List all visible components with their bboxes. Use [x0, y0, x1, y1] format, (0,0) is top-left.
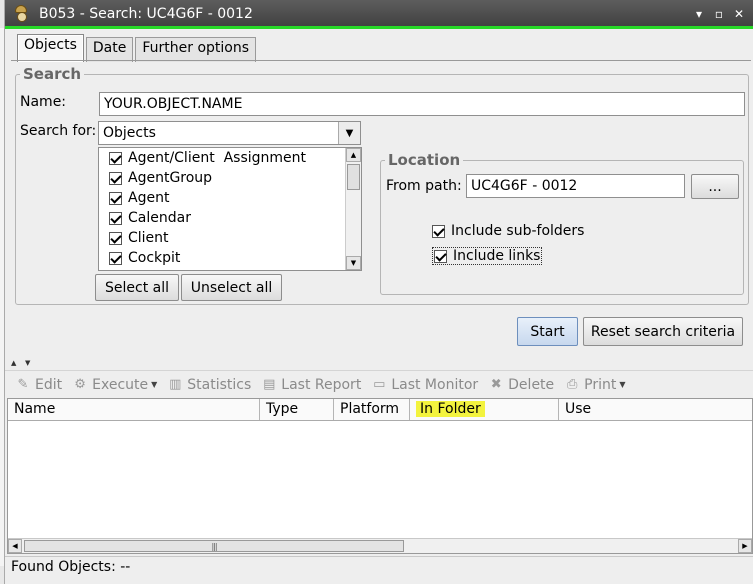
scroll-up-icon[interactable]: ▲ — [346, 148, 361, 162]
include-links-option[interactable]: Include links — [432, 247, 543, 265]
table-horizontal-scrollbar[interactable]: ◀ ||| ▶ — [8, 538, 752, 553]
list-item[interactable]: Agent — [99, 188, 361, 208]
browse-button[interactable]: ... — [691, 174, 739, 199]
pane-splitter[interactable]: ▲ ▼ — [5, 357, 753, 369]
search-legend: Search — [23, 65, 82, 83]
delete-label: Delete — [508, 376, 555, 393]
start-button[interactable]: Start — [517, 317, 578, 346]
printer-icon: ⎙ — [566, 377, 578, 392]
unselect-all-button[interactable]: Unselect all — [181, 274, 282, 301]
list-item-label: Client — [128, 230, 169, 246]
tab-bar: Objects Date Further options — [17, 34, 258, 62]
chevron-down-icon[interactable]: ▼ — [338, 122, 360, 144]
last-report-button[interactable]: ▤ Last Report — [261, 377, 361, 393]
maximize-button[interactable]: ▫ — [712, 7, 726, 21]
edit-label: Edit — [35, 376, 63, 393]
report-icon: ▤ — [263, 377, 276, 392]
column-header-use[interactable]: Use — [559, 399, 752, 420]
minimize-button[interactable]: ▾ — [692, 7, 706, 21]
search-for-select[interactable]: Objects ▼ — [98, 121, 361, 145]
bar-chart-icon: ▥ — [169, 377, 182, 392]
splitter-up-icon[interactable]: ▲ — [11, 359, 16, 367]
checkbox[interactable] — [109, 191, 122, 205]
column-header-platform[interactable]: Platform — [334, 399, 410, 420]
list-scrollbar[interactable]: ▲ ▼ — [345, 148, 361, 270]
list-item[interactable]: Cockpit — [99, 248, 361, 268]
include-subfolders-option[interactable]: Include sub-folders — [432, 223, 584, 239]
list-item-label: Agent/Client Assignment — [128, 150, 307, 166]
from-path-input[interactable]: UC4G6F - 0012 — [466, 174, 685, 198]
print-button[interactable]: ⎙ Print ▼ — [564, 376, 626, 393]
scroll-left-icon[interactable]: ◀ — [8, 539, 22, 553]
delete-icon: ✖ — [490, 377, 502, 392]
location-legend: Location — [388, 151, 461, 169]
scroll-thumb[interactable]: ||| — [24, 540, 404, 552]
pencil-icon: ✎ — [17, 377, 29, 392]
statistics-label: Statistics — [187, 376, 252, 393]
table-header: Name Type Platform In Folder Use — [8, 399, 752, 421]
column-header-in-folder-label: In Folder — [416, 401, 485, 417]
checkbox[interactable] — [109, 231, 122, 245]
name-input[interactable]: YOUR.OBJECT.NAME — [99, 92, 745, 116]
object-type-list[interactable]: Agent/Client Assignment AgentGroup Agent… — [98, 147, 362, 271]
tab-further-options[interactable]: Further options — [135, 37, 257, 62]
statistics-button[interactable]: ▥ Statistics — [167, 377, 251, 393]
execute-label: Execute — [92, 376, 149, 393]
list-item[interactable]: AgentGroup — [99, 168, 361, 188]
user-agent-icon — [13, 5, 31, 23]
checkbox[interactable] — [109, 171, 122, 185]
select-all-button[interactable]: Select all — [95, 274, 179, 301]
list-item-label: Calendar — [128, 210, 191, 226]
last-monitor-button[interactable]: ▭ Last Monitor — [371, 377, 478, 393]
column-header-type[interactable]: Type — [260, 399, 334, 420]
close-button[interactable]: ✕ — [732, 7, 746, 21]
status-bar: Found Objects: -- — [5, 556, 753, 578]
list-item-label: AgentGroup — [128, 170, 213, 186]
checkbox[interactable] — [109, 151, 122, 165]
column-header-name[interactable]: Name — [8, 399, 260, 420]
tab-objects[interactable]: Objects — [17, 34, 84, 62]
edit-button[interactable]: ✎ Edit — [15, 376, 63, 393]
tab-date[interactable]: Date — [85, 37, 134, 62]
execute-button[interactable]: ⚙ Execute ▼ — [72, 377, 157, 393]
column-header-in-folder[interactable]: In Folder — [410, 399, 559, 420]
search-for-value: Objects — [103, 125, 156, 141]
list-item[interactable]: Client — [99, 228, 361, 248]
objects-tab-panel: Search Name: YOUR.OBJECT.NAME Search for… — [11, 60, 751, 356]
name-label: Name: — [20, 94, 67, 110]
last-monitor-label: Last Monitor — [391, 376, 479, 393]
monitor-icon: ▭ — [373, 377, 386, 392]
last-report-label: Last Report — [281, 376, 362, 393]
reset-search-criteria-button[interactable]: Reset search criteria — [583, 317, 743, 346]
results-table[interactable]: Name Type Platform In Folder Use ◀ ||| ▶ — [7, 398, 753, 554]
title-accent-line — [5, 26, 753, 29]
window-title: B053 - Search: UC4G6F - 0012 — [39, 6, 253, 22]
title-bar[interactable]: B053 - Search: UC4G6F - 0012 ▾ ▫ ✕ — [5, 0, 753, 28]
checkbox[interactable] — [109, 211, 122, 225]
search-for-label: Search for: — [20, 123, 97, 139]
results-toolbar: ✎ Edit ⚙ Execute ▼ ▥ Statistics ▤ Last Report… — [5, 370, 753, 398]
scroll-down-icon[interactable]: ▼ — [346, 256, 361, 270]
chevron-down-icon[interactable]: ▼ — [151, 380, 157, 389]
search-dialog: B053 - Search: UC4G6F - 0012 ▾ ▫ ✕ Objec… — [4, 0, 753, 584]
include-links-checkbox[interactable] — [434, 249, 447, 263]
scroll-right-icon[interactable]: ▶ — [738, 539, 752, 553]
execute-icon: ⚙ — [74, 377, 86, 392]
from-path-label: From path: — [386, 178, 462, 194]
checkbox[interactable] — [109, 251, 122, 265]
focus-indicator: Include links — [432, 247, 543, 265]
scroll-thumb[interactable] — [347, 164, 360, 190]
splitter-down-icon[interactable]: ▼ — [25, 359, 30, 367]
include-subfolders-checkbox[interactable] — [432, 224, 445, 238]
chevron-down-icon[interactable]: ▼ — [619, 380, 625, 389]
include-subfolders-label: Include sub-folders — [451, 223, 585, 239]
list-item-label: Agent — [128, 190, 170, 206]
list-item-label: Cockpit — [128, 250, 181, 266]
delete-button[interactable]: ✖ Delete — [488, 377, 554, 393]
print-label: Print — [584, 376, 617, 393]
include-links-label: Include links — [453, 248, 541, 264]
list-item[interactable]: Agent/Client Assignment — [99, 148, 361, 168]
list-item[interactable]: Calendar — [99, 208, 361, 228]
